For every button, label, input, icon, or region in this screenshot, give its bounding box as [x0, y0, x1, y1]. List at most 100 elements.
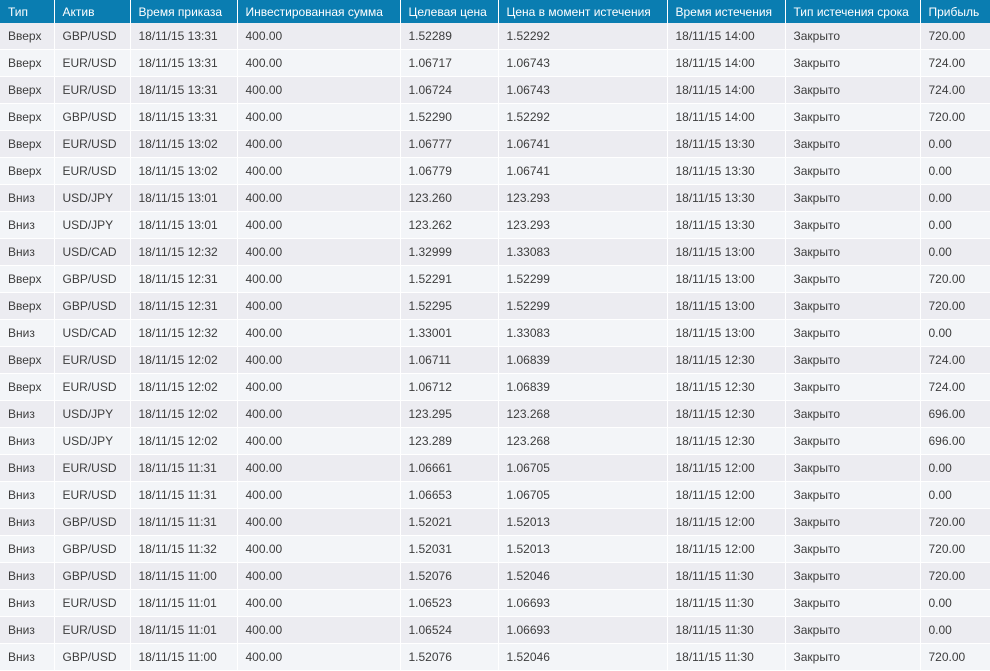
cell-type: Вверх — [0, 346, 55, 374]
cell-invested-amount: 400.00 — [237, 319, 401, 347]
cell-asset: USD/JPY — [54, 184, 131, 212]
cell-order-time: 18/11/15 13:31 — [130, 103, 238, 131]
cell-expiry-price: 1.52299 — [498, 292, 668, 320]
cell-expiry-time: 18/11/15 14:00 — [667, 23, 786, 50]
cell-invested-amount: 400.00 — [237, 616, 401, 644]
cell-expiry-price: 123.268 — [498, 400, 668, 428]
cell-order-time: 18/11/15 12:32 — [130, 319, 238, 347]
cell-target-price: 1.06524 — [400, 616, 499, 644]
cell-order-time: 18/11/15 13:01 — [130, 184, 238, 212]
cell-profit: 720.00 — [920, 508, 990, 536]
cell-invested-amount: 400.00 — [237, 103, 401, 131]
cell-type: Вверх — [0, 265, 55, 293]
cell-expiry-type: Закрыто — [785, 616, 921, 644]
cell-invested-amount: 400.00 — [237, 76, 401, 104]
cell-expiry-type: Закрыто — [785, 184, 921, 212]
table-row: Вниз USD/CAD 18/11/15 12:32 400.00 1.32999 1.… — [0, 238, 990, 266]
table-row: Вверх GBP/USD 18/11/15 12:31 400.00 1.52291 1… — [0, 265, 990, 293]
cell-expiry-type: Закрыто — [785, 103, 921, 131]
cell-profit: 0.00 — [920, 319, 990, 347]
cell-order-time: 18/11/15 13:02 — [130, 157, 238, 185]
cell-target-price: 1.52076 — [400, 562, 499, 590]
cell-expiry-time: 18/11/15 12:30 — [667, 400, 786, 428]
cell-target-price: 1.52021 — [400, 508, 499, 536]
cell-target-price: 123.260 — [400, 184, 499, 212]
cell-order-time: 18/11/15 12:32 — [130, 238, 238, 266]
cell-expiry-price: 1.06693 — [498, 616, 668, 644]
cell-type: Вверх — [0, 23, 55, 50]
cell-order-time: 18/11/15 12:02 — [130, 427, 238, 455]
column-header-type[interactable]: Тип — [0, 0, 55, 23]
table-row: Вниз GBP/USD 18/11/15 11:31 400.00 1.52021 1.… — [0, 508, 990, 536]
column-header-order-time[interactable]: Время приказа — [130, 0, 238, 23]
cell-asset: GBP/USD — [54, 292, 131, 320]
cell-asset: EUR/USD — [54, 454, 131, 482]
cell-type: Вниз — [0, 589, 55, 617]
column-header-asset[interactable]: Актив — [54, 0, 131, 23]
cell-target-price: 1.06724 — [400, 76, 499, 104]
cell-type: Вниз — [0, 643, 55, 671]
cell-target-price: 1.06712 — [400, 373, 499, 401]
cell-expiry-time: 18/11/15 12:30 — [667, 373, 786, 401]
cell-target-price: 1.06661 — [400, 454, 499, 482]
cell-profit: 724.00 — [920, 49, 990, 77]
cell-profit: 720.00 — [920, 292, 990, 320]
cell-type: Вверх — [0, 373, 55, 401]
cell-expiry-price: 1.06705 — [498, 481, 668, 509]
cell-expiry-type: Закрыто — [785, 265, 921, 293]
cell-asset: GBP/USD — [54, 643, 131, 671]
cell-expiry-time: 18/11/15 14:00 — [667, 49, 786, 77]
column-header-invested-amount[interactable]: Инвестированная сумма — [237, 0, 401, 23]
cell-expiry-time: 18/11/15 13:00 — [667, 238, 786, 266]
cell-target-price: 1.06711 — [400, 346, 499, 374]
cell-expiry-type: Закрыто — [785, 481, 921, 509]
cell-expiry-type: Закрыто — [785, 589, 921, 617]
table-row: Вниз EUR/USD 18/11/15 11:31 400.00 1.06653 1.… — [0, 481, 990, 509]
cell-profit: 0.00 — [920, 238, 990, 266]
cell-asset: EUR/USD — [54, 373, 131, 401]
column-header-target-price[interactable]: Целевая цена — [400, 0, 499, 23]
cell-expiry-type: Закрыто — [785, 238, 921, 266]
cell-target-price: 1.52076 — [400, 643, 499, 671]
cell-invested-amount: 400.00 — [237, 373, 401, 401]
cell-expiry-type: Закрыто — [785, 454, 921, 482]
cell-profit: 696.00 — [920, 427, 990, 455]
cell-profit: 724.00 — [920, 373, 990, 401]
column-header-profit[interactable]: Прибыль — [920, 0, 990, 23]
cell-expiry-time: 18/11/15 13:30 — [667, 130, 786, 158]
cell-type: Вниз — [0, 238, 55, 266]
cell-type: Вверх — [0, 157, 55, 185]
cell-expiry-type: Закрыто — [785, 130, 921, 158]
column-header-expiry-price[interactable]: Цена в момент истечения — [498, 0, 668, 23]
cell-expiry-time: 18/11/15 12:00 — [667, 454, 786, 482]
cell-expiry-time: 18/11/15 13:00 — [667, 319, 786, 347]
cell-expiry-type: Закрыто — [785, 508, 921, 536]
cell-type: Вниз — [0, 508, 55, 536]
cell-expiry-time: 18/11/15 13:30 — [667, 184, 786, 212]
column-header-expiry-type[interactable]: Тип истечения срока — [785, 0, 921, 23]
table-row: Вверх EUR/USD 18/11/15 12:02 400.00 1.06712 1… — [0, 373, 990, 401]
cell-order-time: 18/11/15 13:31 — [130, 76, 238, 104]
cell-asset: EUR/USD — [54, 346, 131, 374]
table-row: Вверх EUR/USD 18/11/15 13:02 400.00 1.06777 1… — [0, 130, 990, 158]
table-row: Вниз USD/CAD 18/11/15 12:32 400.00 1.33001 1.… — [0, 319, 990, 347]
cell-type: Вниз — [0, 184, 55, 212]
table-row: Вниз EUR/USD 18/11/15 11:01 400.00 1.06524 1.… — [0, 616, 990, 644]
cell-expiry-time: 18/11/15 13:30 — [667, 211, 786, 239]
cell-asset: EUR/USD — [54, 589, 131, 617]
cell-order-time: 18/11/15 12:31 — [130, 292, 238, 320]
table-row: Вверх EUR/USD 18/11/15 13:31 400.00 1.06717 1… — [0, 49, 990, 77]
cell-expiry-type: Закрыто — [785, 562, 921, 590]
cell-order-time: 18/11/15 13:01 — [130, 211, 238, 239]
table-row: Вниз USD/JPY 18/11/15 12:02 400.00 123.289 12… — [0, 427, 990, 455]
cell-invested-amount: 400.00 — [237, 49, 401, 77]
cell-target-price: 1.52291 — [400, 265, 499, 293]
cell-expiry-time: 18/11/15 11:30 — [667, 562, 786, 590]
cell-asset: EUR/USD — [54, 616, 131, 644]
cell-expiry-type: Закрыто — [785, 373, 921, 401]
cell-expiry-type: Закрыто — [785, 643, 921, 671]
cell-expiry-type: Закрыто — [785, 23, 921, 50]
table-row: Вверх EUR/USD 18/11/15 12:02 400.00 1.06711 1… — [0, 346, 990, 374]
column-header-expiry-time[interactable]: Время истечения — [667, 0, 786, 23]
cell-type: Вниз — [0, 427, 55, 455]
